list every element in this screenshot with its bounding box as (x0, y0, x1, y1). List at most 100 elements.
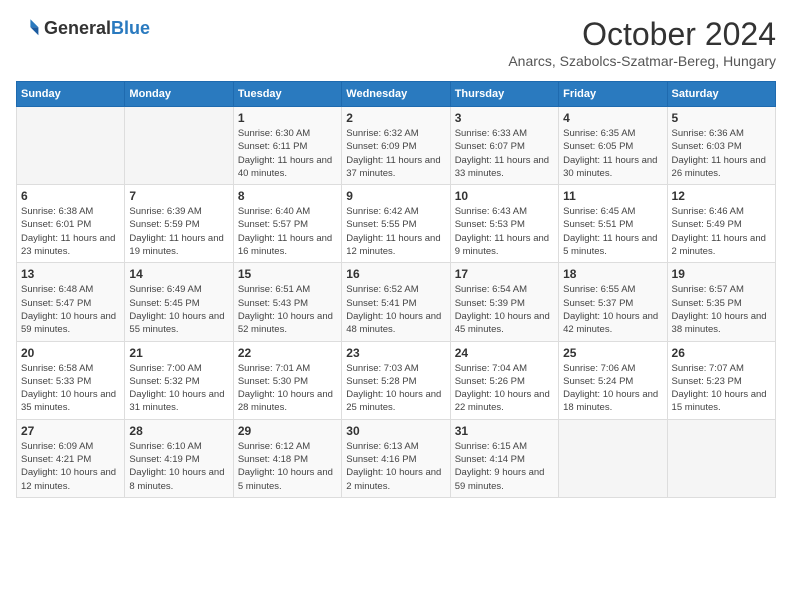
calendar-cell: 19 Sunrise: 6:57 AM Sunset: 5:35 PM Dayli… (667, 263, 775, 341)
calendar-cell: 31Sunrise: 6:15 AM Sunset: 4:14 PM Dayli… (450, 419, 558, 497)
month-title: October 2024 (508, 16, 776, 53)
day-number: 22 (238, 346, 337, 360)
day-info: Sunrise: 7:00 AM Sunset: 5:32 PM Dayligh… (129, 362, 228, 415)
calendar-cell (667, 419, 775, 497)
calendar-cell: 11Sunrise: 6:45 AM Sunset: 5:51 PM Dayli… (559, 185, 667, 263)
day-number: 26 (672, 346, 771, 360)
day-number: 8 (238, 189, 337, 203)
day-number: 12 (672, 189, 771, 203)
day-number: 29 (238, 424, 337, 438)
day-of-week-header: Monday (125, 82, 233, 107)
day-info: Sunrise: 6:46 AM Sunset: 5:49 PM Dayligh… (672, 205, 771, 258)
day-number: 27 (21, 424, 120, 438)
day-of-week-header: Friday (559, 82, 667, 107)
calendar-week-row: 1 Sunrise: 6:30 AM Sunset: 6:11 PM Daylig… (17, 107, 776, 185)
title-area: October 2024 Anarcs, Szabolcs-Szatmar-Be… (508, 16, 776, 69)
calendar-cell: 28 Sunrise: 6:10 AM Sunset: 4:19 PM Dayli… (125, 419, 233, 497)
day-number: 10 (455, 189, 554, 203)
calendar-table: SundayMondayTuesdayWednesdayThursdayFrid… (16, 81, 776, 498)
calendar-cell: 9 Sunrise: 6:42 AM Sunset: 5:55 PM Daylig… (342, 185, 450, 263)
calendar-cell: 17 Sunrise: 6:54 AM Sunset: 5:39 PM Dayli… (450, 263, 558, 341)
day-info: Sunrise: 6:40 AM Sunset: 5:57 PM Dayligh… (238, 205, 337, 258)
calendar-cell: 14Sunrise: 6:49 AM Sunset: 5:45 PM Dayli… (125, 263, 233, 341)
calendar-cell: 8 Sunrise: 6:40 AM Sunset: 5:57 PM Daylig… (233, 185, 341, 263)
day-of-week-header: Saturday (667, 82, 775, 107)
calendar-cell (125, 107, 233, 185)
logo-icon (16, 16, 40, 40)
day-info: Sunrise: 6:13 AM Sunset: 4:16 PM Dayligh… (346, 440, 445, 493)
calendar-cell: 21 Sunrise: 7:00 AM Sunset: 5:32 PM Dayli… (125, 341, 233, 419)
day-info: Sunrise: 6:57 AM Sunset: 5:35 PM Dayligh… (672, 283, 771, 336)
day-info: Sunrise: 6:48 AM Sunset: 5:47 PM Dayligh… (21, 283, 120, 336)
logo-blue: Blue (111, 18, 150, 38)
day-info: Sunrise: 6:30 AM Sunset: 6:11 PM Dayligh… (238, 127, 337, 180)
day-number: 9 (346, 189, 445, 203)
day-number: 2 (346, 111, 445, 125)
day-info: Sunrise: 6:36 AM Sunset: 6:03 PM Dayligh… (672, 127, 771, 180)
day-number: 16 (346, 267, 445, 281)
day-number: 5 (672, 111, 771, 125)
calendar-cell (559, 419, 667, 497)
location-title: Anarcs, Szabolcs-Szatmar-Bereg, Hungary (508, 53, 776, 69)
day-of-week-header: Thursday (450, 82, 558, 107)
calendar-cell: 22 Sunrise: 7:01 AM Sunset: 5:30 PM Dayli… (233, 341, 341, 419)
day-info: Sunrise: 6:09 AM Sunset: 4:21 PM Dayligh… (21, 440, 120, 493)
calendar-cell: 30Sunrise: 6:13 AM Sunset: 4:16 PM Dayli… (342, 419, 450, 497)
calendar-cell: 2Sunrise: 6:32 AM Sunset: 6:09 PM Daylig… (342, 107, 450, 185)
day-info: Sunrise: 7:03 AM Sunset: 5:28 PM Dayligh… (346, 362, 445, 415)
day-number: 7 (129, 189, 228, 203)
calendar-cell (17, 107, 125, 185)
calendar-header: SundayMondayTuesdayWednesdayThursdayFrid… (17, 82, 776, 107)
day-info: Sunrise: 6:54 AM Sunset: 5:39 PM Dayligh… (455, 283, 554, 336)
day-info: Sunrise: 7:06 AM Sunset: 5:24 PM Dayligh… (563, 362, 662, 415)
calendar-week-row: 20 Sunrise: 6:58 AM Sunset: 5:33 PM Dayli… (17, 341, 776, 419)
day-info: Sunrise: 6:52 AM Sunset: 5:41 PM Dayligh… (346, 283, 445, 336)
day-info: Sunrise: 6:39 AM Sunset: 5:59 PM Dayligh… (129, 205, 228, 258)
logo-general: General (44, 18, 111, 38)
calendar-cell: 26 Sunrise: 7:07 AM Sunset: 5:23 PM Dayli… (667, 341, 775, 419)
day-number: 28 (129, 424, 228, 438)
day-of-week-header: Wednesday (342, 82, 450, 107)
day-number: 3 (455, 111, 554, 125)
day-info: Sunrise: 6:55 AM Sunset: 5:37 PM Dayligh… (563, 283, 662, 336)
calendar-cell: 25 Sunrise: 7:06 AM Sunset: 5:24 PM Dayli… (559, 341, 667, 419)
day-number: 17 (455, 267, 554, 281)
calendar-cell: 15 Sunrise: 6:51 AM Sunset: 5:43 PM Dayli… (233, 263, 341, 341)
day-info: Sunrise: 6:15 AM Sunset: 4:14 PM Dayligh… (455, 440, 554, 493)
calendar-week-row: 13 Sunrise: 6:48 AM Sunset: 5:47 PM Dayli… (17, 263, 776, 341)
day-info: Sunrise: 6:33 AM Sunset: 6:07 PM Dayligh… (455, 127, 554, 180)
day-info: Sunrise: 6:10 AM Sunset: 4:19 PM Dayligh… (129, 440, 228, 493)
day-info: Sunrise: 6:38 AM Sunset: 6:01 PM Dayligh… (21, 205, 120, 258)
calendar-cell: 16 Sunrise: 6:52 AM Sunset: 5:41 PM Dayli… (342, 263, 450, 341)
day-number: 23 (346, 346, 445, 360)
day-number: 19 (672, 267, 771, 281)
day-number: 15 (238, 267, 337, 281)
day-of-week-header: Tuesday (233, 82, 341, 107)
day-number: 4 (563, 111, 662, 125)
day-info: Sunrise: 7:01 AM Sunset: 5:30 PM Dayligh… (238, 362, 337, 415)
day-number: 1 (238, 111, 337, 125)
day-of-week-header: Sunday (17, 82, 125, 107)
day-info: Sunrise: 7:07 AM Sunset: 5:23 PM Dayligh… (672, 362, 771, 415)
calendar-cell: 1 Sunrise: 6:30 AM Sunset: 6:11 PM Daylig… (233, 107, 341, 185)
day-number: 21 (129, 346, 228, 360)
logo: GeneralBlue (16, 16, 150, 40)
calendar-cell: 6Sunrise: 6:38 AM Sunset: 6:01 PM Daylig… (17, 185, 125, 263)
calendar-cell: 12 Sunrise: 6:46 AM Sunset: 5:49 PM Dayli… (667, 185, 775, 263)
calendar-week-row: 6Sunrise: 6:38 AM Sunset: 6:01 PM Daylig… (17, 185, 776, 263)
day-info: Sunrise: 6:42 AM Sunset: 5:55 PM Dayligh… (346, 205, 445, 258)
day-number: 25 (563, 346, 662, 360)
day-info: Sunrise: 6:35 AM Sunset: 6:05 PM Dayligh… (563, 127, 662, 180)
calendar-cell: 18Sunrise: 6:55 AM Sunset: 5:37 PM Dayli… (559, 263, 667, 341)
calendar-cell: 5 Sunrise: 6:36 AM Sunset: 6:03 PM Daylig… (667, 107, 775, 185)
calendar-cell: 27 Sunrise: 6:09 AM Sunset: 4:21 PM Dayli… (17, 419, 125, 497)
day-number: 20 (21, 346, 120, 360)
calendar-cell: 29 Sunrise: 6:12 AM Sunset: 4:18 PM Dayli… (233, 419, 341, 497)
day-info: Sunrise: 6:49 AM Sunset: 5:45 PM Dayligh… (129, 283, 228, 336)
day-info: Sunrise: 6:12 AM Sunset: 4:18 PM Dayligh… (238, 440, 337, 493)
calendar-cell: 24Sunrise: 7:04 AM Sunset: 5:26 PM Dayli… (450, 341, 558, 419)
day-number: 13 (21, 267, 120, 281)
day-info: Sunrise: 6:58 AM Sunset: 5:33 PM Dayligh… (21, 362, 120, 415)
day-info: Sunrise: 6:45 AM Sunset: 5:51 PM Dayligh… (563, 205, 662, 258)
day-info: Sunrise: 6:51 AM Sunset: 5:43 PM Dayligh… (238, 283, 337, 336)
